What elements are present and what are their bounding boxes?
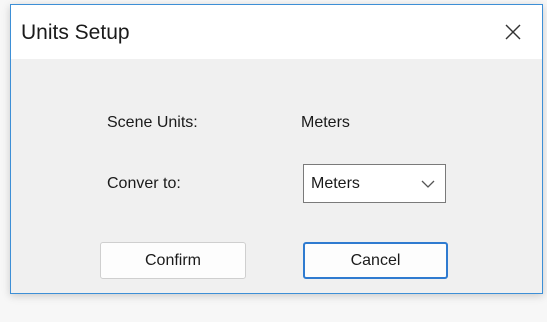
convert-to-select[interactable]: Meters <box>303 164 446 203</box>
chevron-down-icon <box>421 180 435 188</box>
cancel-button[interactable]: Cancel <box>303 242 448 279</box>
title-bar[interactable]: Units Setup <box>11 5 542 59</box>
dialog-title: Units Setup <box>21 21 130 44</box>
convert-to-selected-value: Meters <box>311 175 360 192</box>
confirm-button[interactable]: Confirm <box>100 242 246 279</box>
close-button[interactable] <box>484 5 542 59</box>
convert-to-label: Conver to: <box>107 175 181 192</box>
close-icon <box>505 24 521 40</box>
scene-units-label: Scene Units: <box>107 114 198 131</box>
scene-units-value: Meters <box>301 114 350 131</box>
units-setup-dialog: Units Setup Scene Units: Meters Conver t… <box>10 4 543 294</box>
